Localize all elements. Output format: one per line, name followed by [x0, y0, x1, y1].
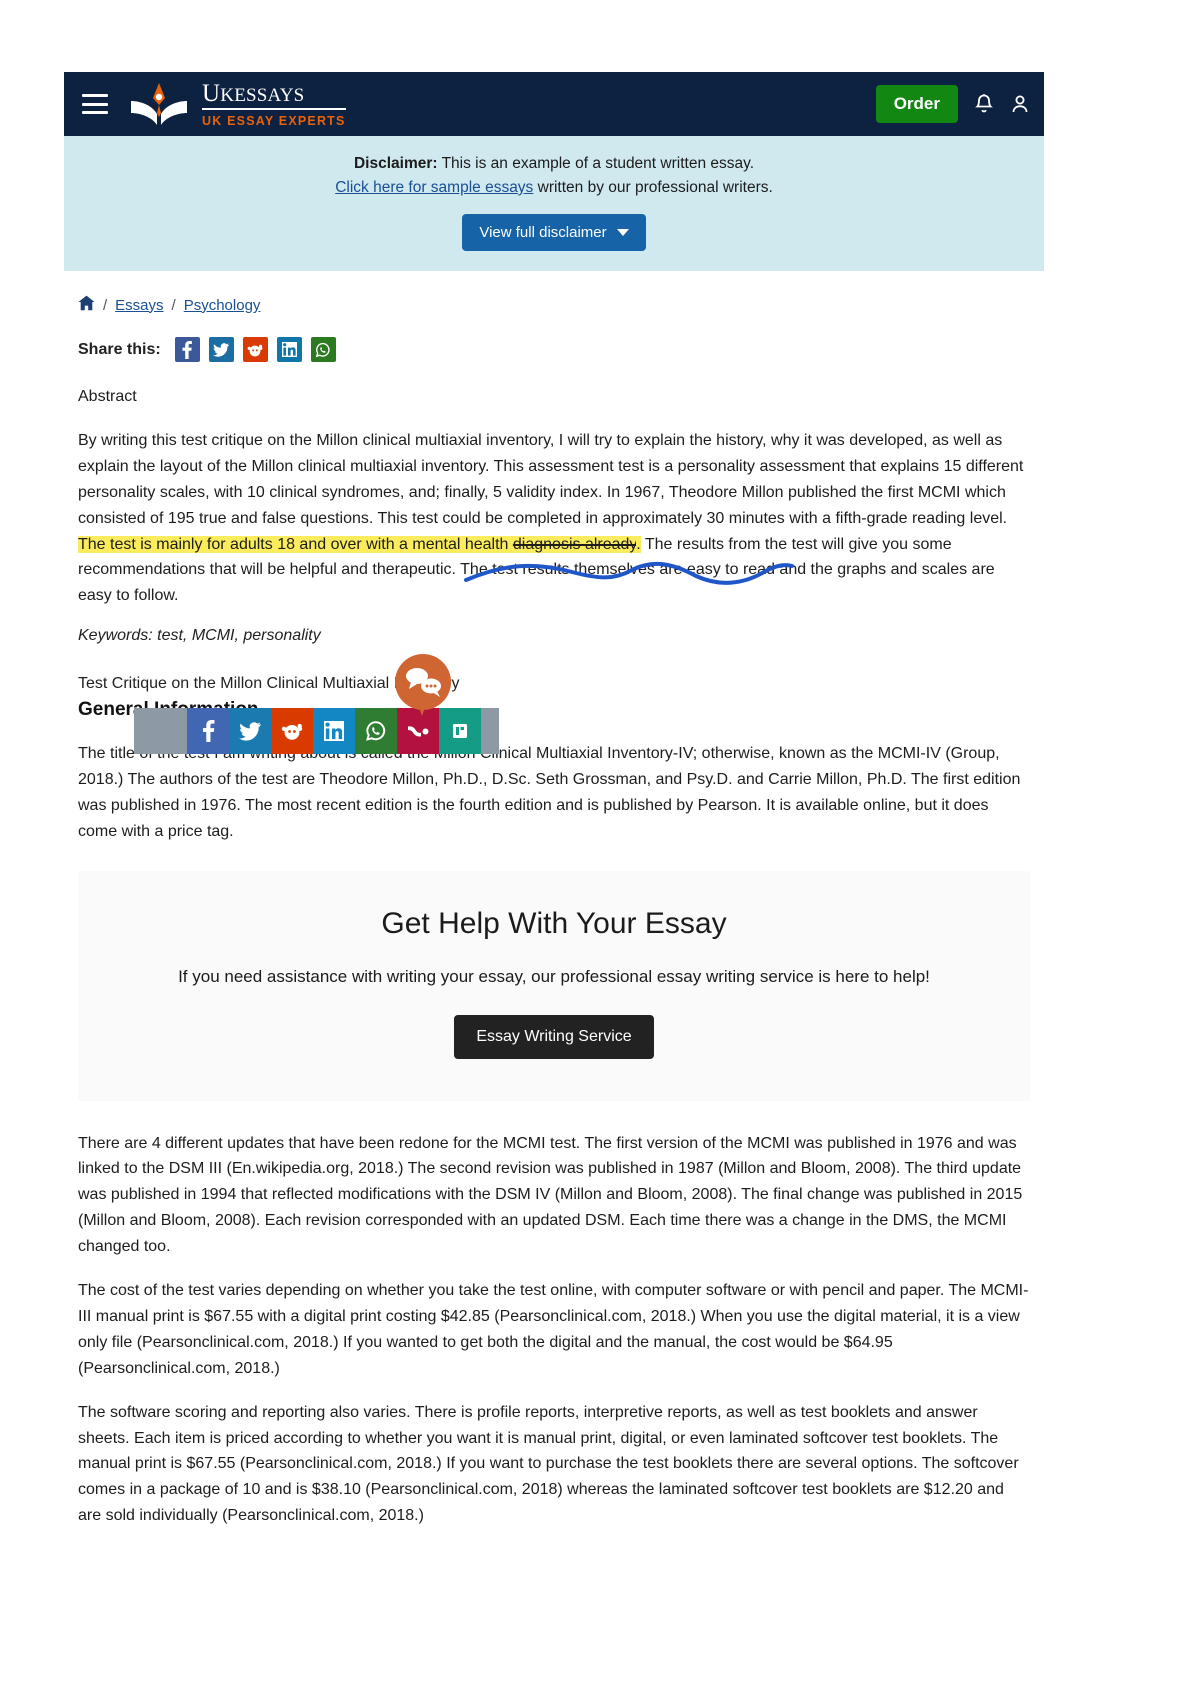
whatsapp-share-icon[interactable]: [355, 708, 397, 754]
linkedin-share-icon[interactable]: [313, 708, 355, 754]
brand-name-k: K: [220, 84, 235, 106]
get-help-heading: Get Help With Your Essay: [381, 906, 727, 940]
notification-bell-icon[interactable]: [974, 93, 994, 115]
disclaimer-text-1: This is an example of a student written …: [437, 155, 755, 172]
view-full-disclaimer-button[interactable]: View full disclaimer: [462, 214, 646, 252]
get-help-subtext: If you need assistance with writing your…: [178, 966, 930, 986]
facebook-share-icon[interactable]: [187, 708, 229, 754]
user-account-icon[interactable]: [1010, 93, 1030, 115]
disclaimer-label: Disclaimer:: [353, 155, 438, 172]
linkedin-share-icon[interactable]: [276, 337, 302, 363]
header-actions: Order: [875, 85, 1030, 123]
abstract-before: By writing this test critique on the Mil…: [78, 431, 1024, 527]
highlighted-struck-text: diagnosis already: [512, 535, 637, 553]
article-content: / Essays / Psychology Share this: Abstra: [64, 271, 1044, 1529]
twitter-share-icon[interactable]: [208, 337, 234, 363]
keywords-line: Keywords: test, MCMI, personality: [78, 627, 321, 645]
paragraph-general-info: The title of the test I am writing about…: [78, 744, 1021, 840]
facebook-share-icon[interactable]: [174, 337, 200, 363]
page-container: UKESSAYS UK ESSAY EXPERTS Order Disclaim…: [64, 72, 1044, 1548]
site-logo[interactable]: UKESSAYS UK ESSAY EXPERTS: [126, 81, 346, 128]
site-header: UKESSAYS UK ESSAY EXPERTS Order: [64, 72, 1044, 136]
disclaimer-line-1: Disclaimer: This is an example of a stud…: [84, 152, 1024, 176]
twitter-share-icon[interactable]: [229, 708, 271, 754]
breadcrumb-separator-2: /: [171, 296, 176, 314]
brand-name-u: U: [202, 79, 221, 107]
share-label: Share this:: [78, 340, 161, 358]
reddit-share-icon[interactable]: [242, 337, 268, 363]
brand-name-rest: ESSAYS: [234, 84, 305, 106]
paragraph-updates: There are 4 different updates that have …: [78, 1134, 1023, 1256]
essay-title: Test Critique on the Millon Clinical Mul…: [78, 675, 460, 693]
share-row: Share this:: [78, 337, 1030, 363]
disclaimer-text-2: written by our professional writers.: [533, 179, 773, 197]
home-icon[interactable]: [78, 295, 95, 315]
paragraph-software: The software scoring and reporting also …: [78, 1403, 1019, 1525]
view-full-disclaimer-label: View full disclaimer: [479, 224, 607, 242]
order-button[interactable]: Order: [875, 85, 958, 123]
essay-writing-service-button[interactable]: Essay Writing Service: [454, 1014, 654, 1059]
chevron-down-icon: [616, 229, 629, 237]
chat-bubble-icon[interactable]: [392, 654, 454, 716]
abstract-label: Abstract: [78, 388, 137, 406]
breadcrumb: / Essays / Psychology: [78, 295, 1030, 315]
get-help-cta-box: Get Help With Your Essay If you need ass…: [78, 870, 1030, 1101]
brand-tagline: UK ESSAY EXPERTS: [202, 113, 346, 128]
abstract-paragraph: By writing this test critique on the Mil…: [78, 428, 1030, 609]
breadcrumb-item-psychology[interactable]: Psychology: [184, 297, 261, 314]
highlighted-text-a: The test is mainly for adults 18 and ove…: [78, 535, 513, 553]
breadcrumb-item-essays[interactable]: Essays: [115, 297, 163, 314]
breadcrumb-separator-1: /: [103, 296, 108, 314]
hamburger-menu-icon[interactable]: [82, 94, 108, 114]
paragraph-cost: The cost of the test varies depending on…: [78, 1282, 1029, 1377]
disclaimer-line-2: Click here for sample essays written by …: [84, 176, 1024, 200]
reddit-share-icon[interactable]: [271, 708, 313, 754]
whatsapp-share-icon[interactable]: [310, 337, 336, 363]
brand-name: UKESSAYS: [202, 81, 346, 110]
sample-essays-link[interactable]: Click here for sample essays: [335, 179, 533, 196]
ukessays-logo-icon: [126, 81, 192, 127]
disclaimer-banner: Disclaimer: This is an example of a stud…: [64, 136, 1044, 272]
